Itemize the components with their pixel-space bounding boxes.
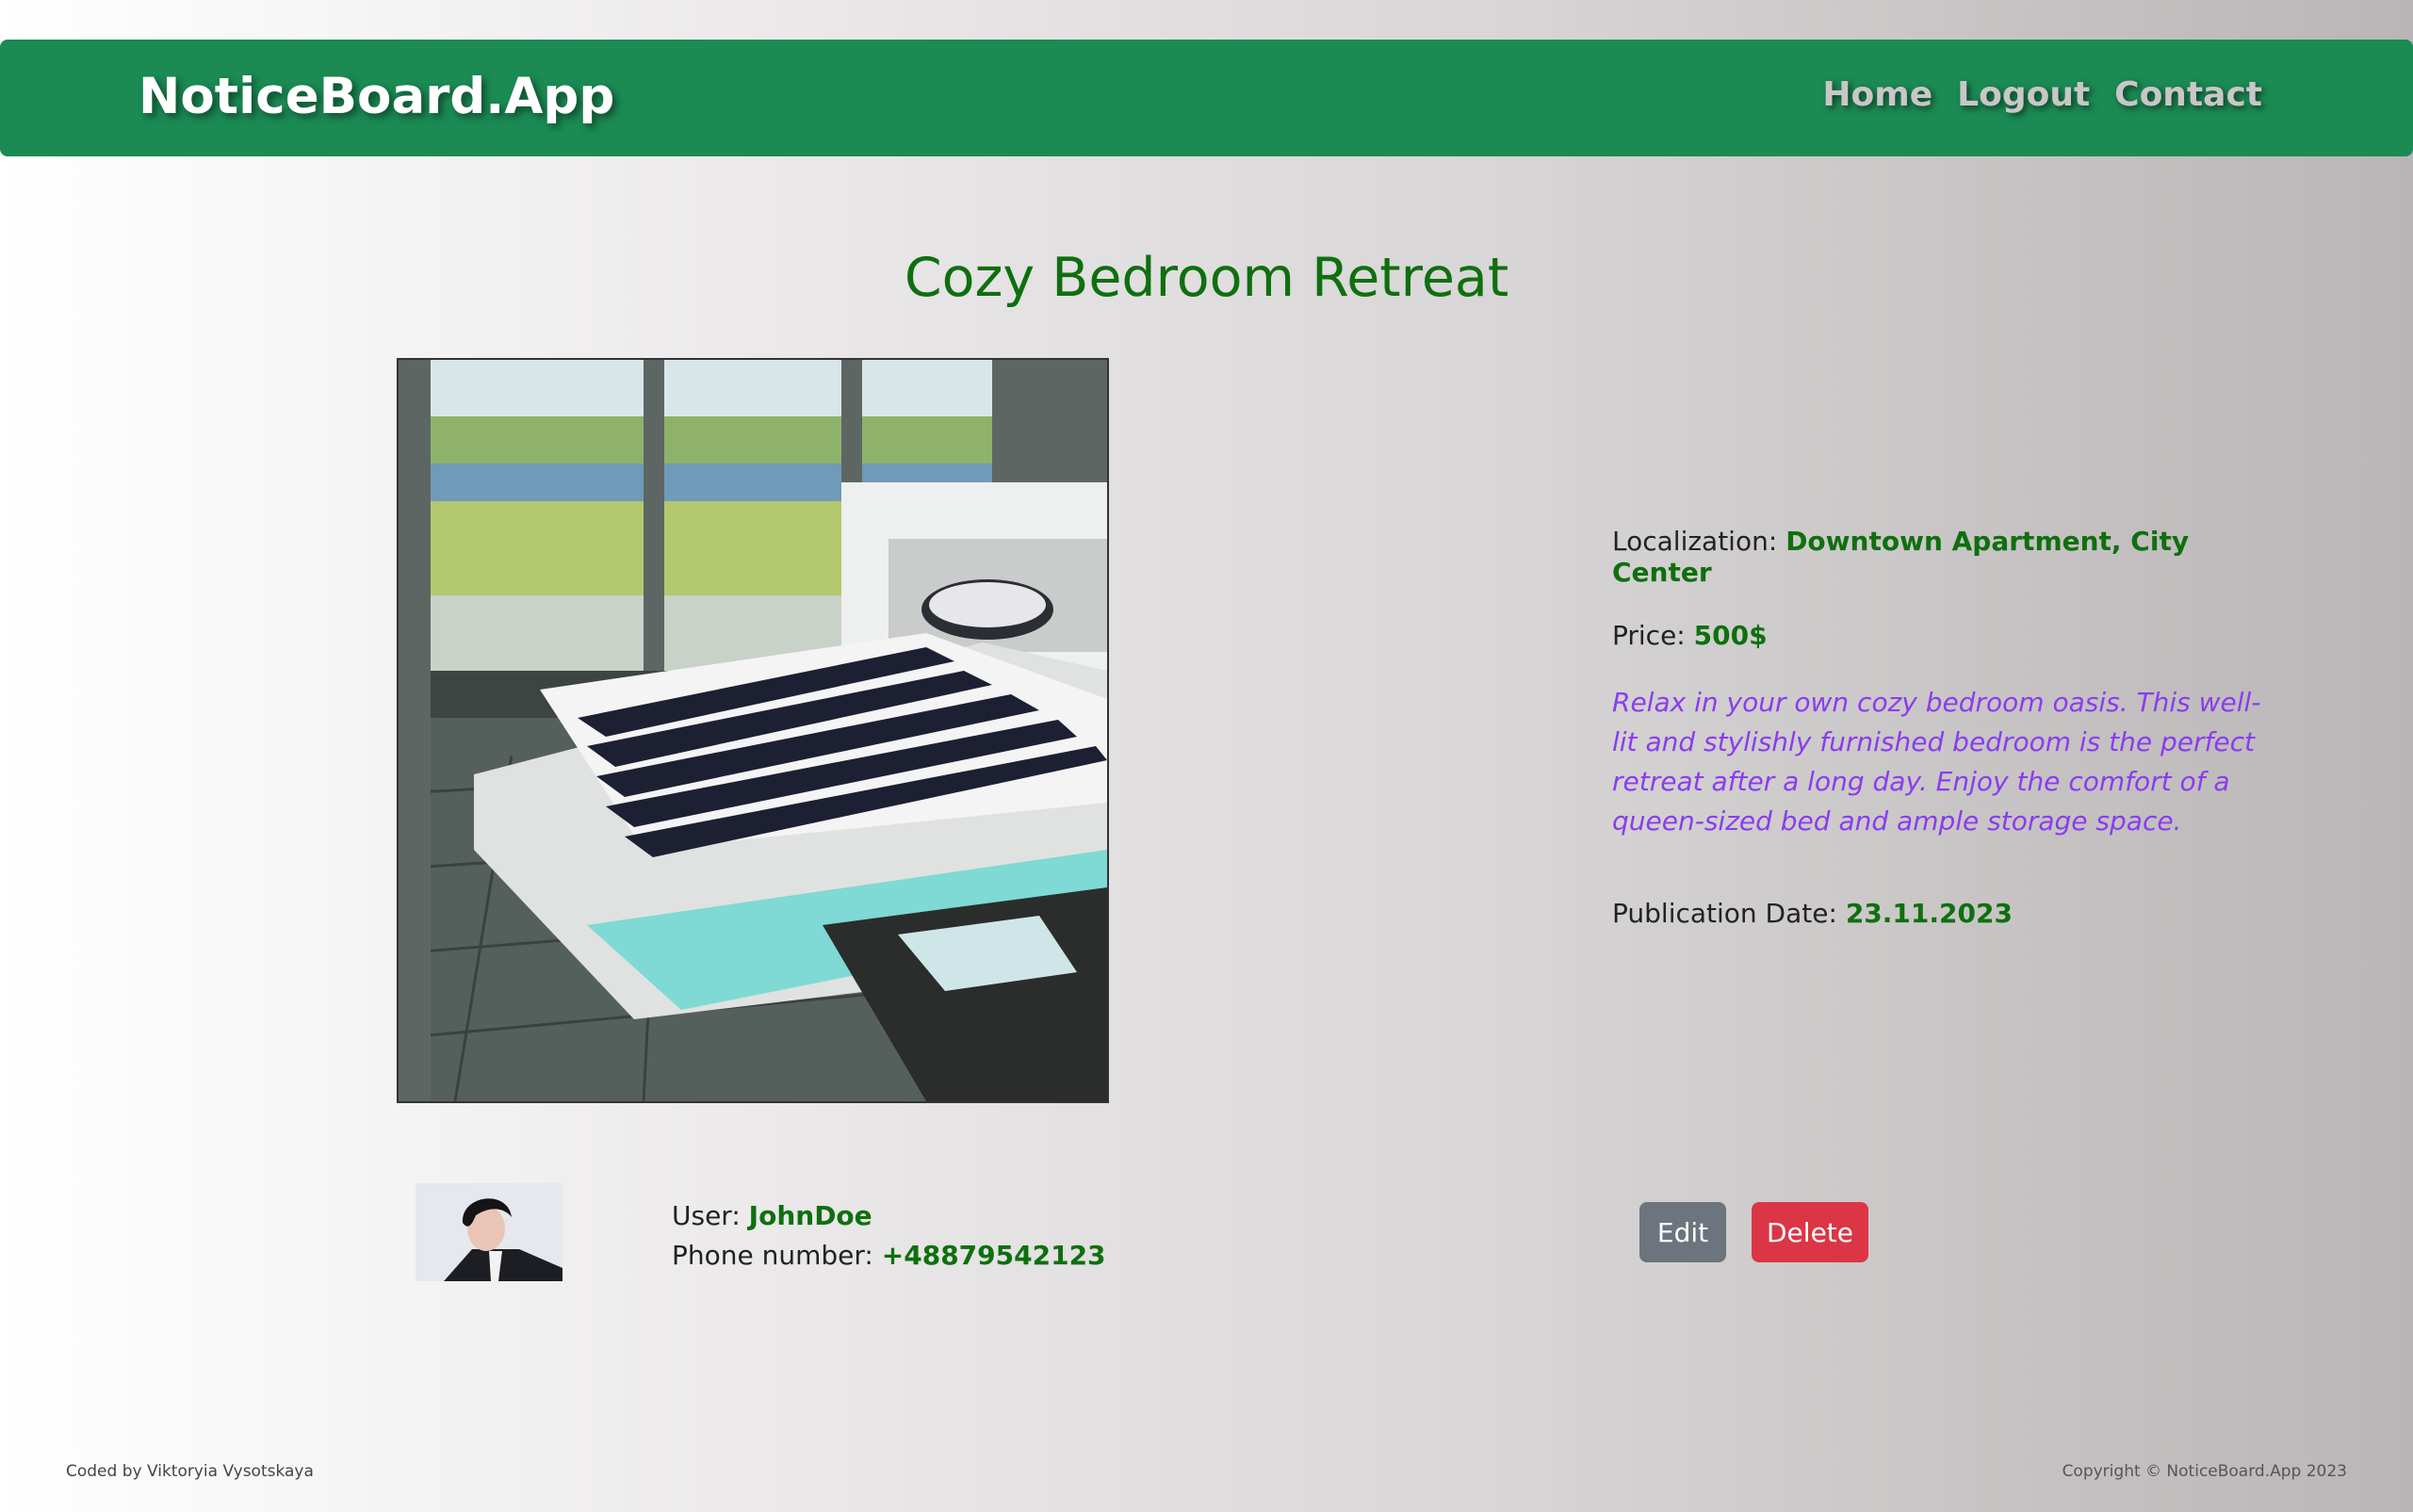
price-value: 500$ [1693, 620, 1768, 651]
publication-date-row: Publication Date: 23.11.2023 [1612, 898, 2272, 929]
edit-button[interactable]: Edit [1639, 1202, 1726, 1262]
price-row: Price: 500$ [1612, 620, 2272, 651]
nav-link-contact[interactable]: Contact [2114, 75, 2262, 114]
localization-row: Localization: Downtown Apartment, City C… [1612, 526, 2272, 588]
localization-label: Localization: [1612, 526, 1778, 557]
phone-row: Phone number: +48879542123 [672, 1236, 1106, 1276]
nav-links: Home Logout Contact [1822, 75, 2262, 114]
footer-copyright: Copyright © NoticeBoard.App 2023 [2062, 1462, 2347, 1481]
navbar: NoticeBoard.App Home Logout Contact [0, 40, 2413, 156]
footer-credit: Coded by Viktoryia Vysotskaya [66, 1462, 314, 1481]
phone-value: +48879542123 [881, 1240, 1106, 1271]
publication-date-value: 23.11.2023 [1845, 898, 2013, 929]
price-label: Price: [1612, 620, 1686, 651]
user-avatar [416, 1183, 562, 1281]
notice-photo [397, 358, 1109, 1103]
nav-link-logout[interactable]: Logout [1957, 75, 2090, 114]
notice-title: Cozy Bedroom Retreat [904, 247, 1509, 309]
nav-link-home[interactable]: Home [1822, 75, 1932, 114]
publication-date-label: Publication Date: [1612, 898, 1837, 929]
user-label: User: [672, 1200, 741, 1231]
user-row: User: JohnDoe [672, 1196, 1106, 1236]
brand-logo[interactable]: NoticeBoard.App [139, 68, 614, 125]
phone-label: Phone number: [672, 1240, 873, 1271]
notice-description: Relax in your own cozy bedroom oasis. Th… [1612, 687, 2261, 837]
notice-details: Localization: Downtown Apartment, City C… [1612, 526, 2272, 961]
delete-button[interactable]: Delete [1752, 1202, 1868, 1262]
user-value: JohnDoe [748, 1200, 872, 1231]
owner-info: User: JohnDoe Phone number: +48879542123 [672, 1196, 1106, 1276]
